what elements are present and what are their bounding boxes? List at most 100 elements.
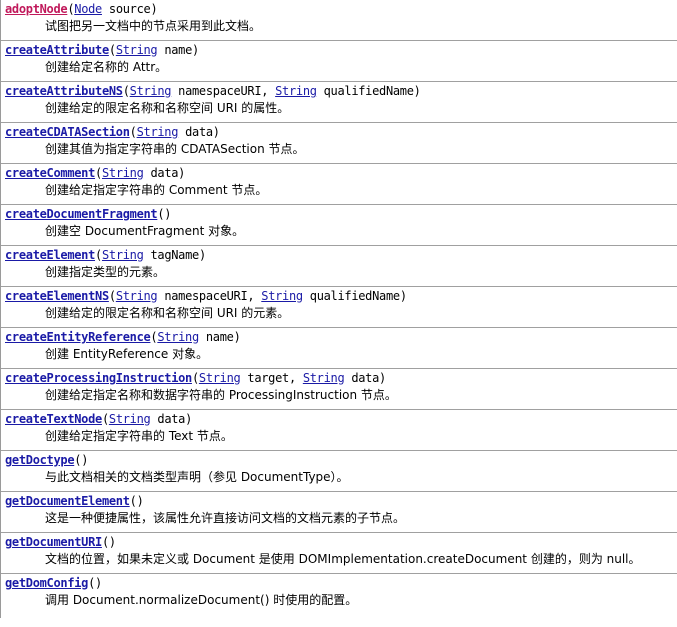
paren-close: ) [185,412,193,426]
param-type-link[interactable]: String [199,371,241,385]
param-space [102,2,109,16]
param-type-link[interactable]: String [102,248,144,262]
method-description: 创建给定指定名称和数据字符串的 ProcessingInstruction 节点… [45,388,397,402]
method-name-link[interactable]: createProcessingInstruction [5,371,192,385]
method-row: createTextNode(String data) 创建给定指定字符串的 Te… [1,410,677,451]
param-type-link[interactable]: String [275,84,317,98]
method-signature: createComment(String data) [5,166,185,181]
paren-close: ) [198,248,206,262]
method-name-link[interactable]: getDocumentElement [5,494,130,508]
param-type-link[interactable]: String [130,84,172,98]
method-signature: createElement(String tagName) [5,248,206,263]
paren-close: ) [413,84,421,98]
method-signature: getDocumentElement() [5,494,144,509]
method-name-link[interactable]: createEntityReference [5,330,151,344]
paren-close: ) [81,453,89,467]
method-summary-table: adoptNode(Node source) 试图把另一文档中的节点采用到此文档。… [0,0,677,618]
method-row: adoptNode(Node source) 试图把另一文档中的节点采用到此文档。 [1,0,677,41]
method-description: 创建其值为指定字符串的 CDATASection 节点。 [45,142,305,156]
param-type-link[interactable]: String [102,166,144,180]
paren-open: ( [191,371,199,385]
paren-close: ) [178,166,186,180]
method-signature: createEntityReference(String name) [5,330,241,345]
method-row: getDomConfig() 调用 Document.normalizeDocum… [1,574,677,618]
method-row: createEntityReference(String name) 创建 Ent… [1,328,677,369]
paren-close: ) [136,494,144,508]
method-signature: createAttribute(String name) [5,43,199,58]
paren-close: ) [379,371,386,385]
method-description: 创建空 DocumentFragment 对象。 [45,224,245,238]
paren-close: ) [150,2,158,16]
param-name: target [247,371,289,385]
method-row: createElementNS(String namespaceURI, Str… [1,287,677,328]
method-row: createDocumentFragment() 创建空 DocumentFrag… [1,205,677,246]
paren-open: ( [129,494,137,508]
param-type-link[interactable]: Node [74,2,102,16]
param-name: data [157,412,186,426]
param-type-link[interactable]: String [157,330,199,344]
method-row: getDoctype() 与此文档相关的文档类型声明（参见 DocumentTyp… [1,451,677,492]
method-name-link[interactable]: createAttribute [5,43,109,57]
method-name-link[interactable]: createElement [5,248,95,262]
param-separator: , [261,84,276,98]
method-description: 创建给定名称的 Attr。 [45,60,168,74]
param-name: data [351,371,380,385]
method-description: 创建给定的限定名称和名称空间 URI 的元素。 [45,306,290,320]
param-type-link[interactable]: String [303,371,345,385]
method-row: createElement(String tagName) 创建指定类型的元素。 [1,246,677,287]
method-row: createAttribute(String name) 创建给定名称的 Attr… [1,41,677,82]
param-separator: , [288,371,303,385]
method-signature: createProcessingInstruction(String targe… [5,371,386,386]
method-signature: createElementNS(String namespaceURI, Str… [5,289,407,304]
param-name: source [108,2,151,16]
param-type-link[interactable]: String [116,289,158,303]
method-name-link[interactable]: getDoctype [5,453,75,467]
method-description: 调用 Document.normalizeDocument() 时使用的配置。 [45,593,358,607]
method-description: 创建给定的限定名称和名称空间 URI 的属性。 [45,101,290,115]
method-row: createAttributeNS(String namespaceURI, S… [1,82,677,123]
method-description: 创建 EntityReference 对象。 [45,347,209,361]
param-type-link[interactable]: String [116,43,158,57]
paren-open: ( [95,248,102,262]
method-name-link[interactable]: createCDATASection [5,125,130,139]
paren-close: ) [192,43,199,57]
param-space [199,330,206,344]
param-separator: , [247,289,262,303]
paren-open: ( [108,43,116,57]
method-name-link[interactable]: createComment [5,166,95,180]
paren-close: ) [108,535,116,549]
param-name: qualifiedName [309,289,400,303]
paren-open: ( [122,84,130,98]
method-row: getDocumentURI() 文档的位置，如果未定义或 Document 是使… [1,533,677,574]
paren-open: ( [101,535,109,549]
method-row: createCDATASection(String data) 创建其值为指定字符… [1,123,677,164]
paren-close: ) [233,330,241,344]
paren-close: ) [95,576,102,590]
method-signature: createAttributeNS(String namespaceURI, S… [5,84,421,99]
method-row: getDocumentElement() 这是一种便捷属性，该属性允许直接访问文档… [1,492,677,533]
param-type-link[interactable]: String [261,289,303,303]
method-description: 这是一种便捷属性，该属性允许直接访问文档的文档元素的子节点。 [45,511,406,525]
param-name: name [205,330,234,344]
method-name-link[interactable]: createElementNS [5,289,109,303]
method-name-link[interactable]: adoptNode [5,2,68,16]
method-name-link[interactable]: createDocumentFragment [5,207,158,221]
method-description: 创建指定类型的元素。 [45,265,166,279]
param-type-link[interactable]: String [137,125,179,139]
method-name-link[interactable]: createTextNode [5,412,102,426]
param-type-link[interactable]: String [109,412,151,426]
param-name: data [185,125,213,139]
method-name-link[interactable]: createAttributeNS [5,84,123,98]
param-space [303,289,310,303]
param-name: name [164,43,193,57]
method-signature: createTextNode(String data) [5,412,192,427]
param-name: tagName [150,248,199,262]
paren-open: ( [101,412,109,426]
paren-close: ) [399,289,407,303]
method-signature: getDoctype() [5,453,88,468]
paren-open: ( [95,166,102,180]
method-name-link[interactable]: getDocumentURI [5,535,102,549]
method-row: createProcessingInstruction(String targe… [1,369,677,410]
paren-close: ) [164,207,172,221]
method-name-link[interactable]: getDomConfig [5,576,88,590]
